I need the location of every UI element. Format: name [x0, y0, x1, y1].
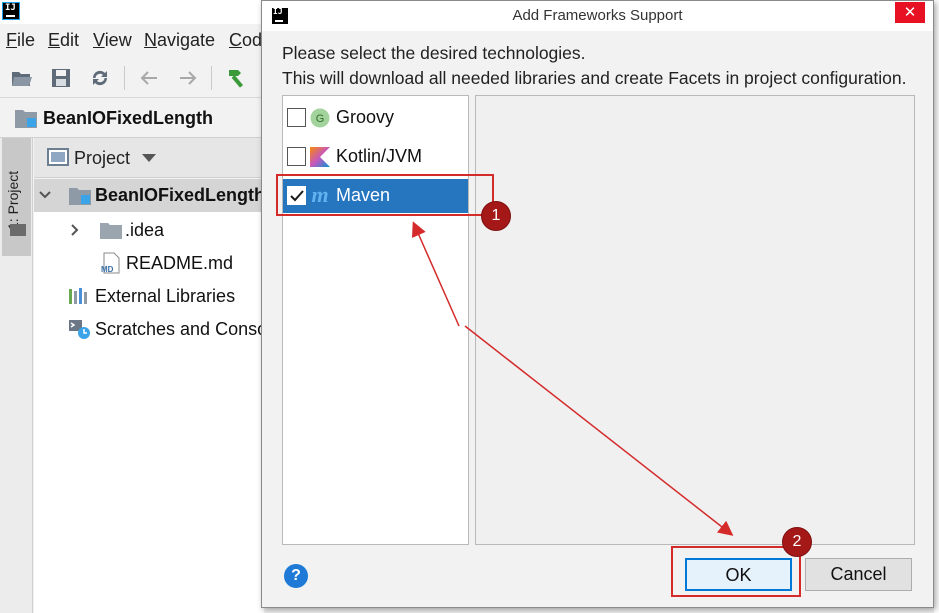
groovy-label: Groovy: [336, 107, 395, 127]
add-frameworks-dialog: IJ Add Frameworks Support ✕ Please selec…: [261, 0, 934, 608]
tree-item-scratches-label: Scratches and Conso: [95, 319, 268, 339]
menu-edit[interactable]: Edit: [48, 30, 79, 51]
help-button[interactable]: ?: [284, 564, 308, 588]
close-button[interactable]: ✕: [895, 2, 925, 23]
cancel-button[interactable]: Cancel: [805, 558, 912, 591]
menu-view[interactable]: View: [93, 30, 132, 51]
groovy-icon: G: [310, 108, 330, 128]
project-view-label[interactable]: Project: [74, 148, 130, 169]
project-view-header: Project: [34, 138, 264, 178]
markdown-file-icon: MD: [101, 252, 120, 274]
tree-item-readme[interactable]: MD README.md: [34, 247, 264, 280]
menu-code[interactable]: Cod: [229, 30, 262, 51]
build-hammer-icon[interactable]: [225, 66, 249, 90]
technology-item-groovy[interactable]: G Groovy: [283, 101, 468, 135]
tree-item-external-libraries-label: External Libraries: [95, 286, 236, 306]
module-folder-icon: [69, 188, 91, 205]
project-tool-tab[interactable]: 1: Project: [2, 138, 31, 256]
tool-window-strip: 1: Project: [0, 138, 33, 613]
kotlin-checkbox[interactable]: [287, 147, 306, 166]
kotlin-icon: [310, 147, 330, 167]
dialog-description-line1: Please select the desired technologies.: [282, 43, 586, 63]
dialog-title: Add Frameworks Support: [512, 7, 683, 24]
menu-file[interactable]: File: [6, 30, 35, 51]
toolbar-separator: [211, 66, 212, 90]
background-window-edge: [934, 0, 939, 613]
folder-icon: [10, 224, 26, 236]
folder-icon: [100, 223, 122, 239]
maven-checkbox[interactable]: [287, 186, 306, 205]
technologies-list: G Groovy Kotlin/JVM m Maven: [282, 95, 469, 545]
technology-item-kotlin[interactable]: Kotlin/JVM: [283, 140, 468, 174]
svg-text:MD: MD: [101, 265, 114, 274]
tree-item-readme-label: README.md: [126, 253, 234, 273]
svg-text:m: m: [311, 186, 328, 206]
project-tool-tab-label: 1: Project: [5, 170, 21, 230]
dialog-title-bar[interactable]: IJ Add Frameworks Support ✕: [262, 1, 933, 31]
chevron-down-icon[interactable]: [38, 188, 52, 202]
libraries-icon: [69, 288, 87, 304]
annotation-badge-2: 2: [782, 527, 812, 557]
project-view-icon: [47, 148, 69, 166]
maven-icon: m: [311, 186, 328, 206]
project-folder-icon: [15, 110, 37, 128]
tree-item-root-label: BeanIOFixedLength: [95, 185, 266, 205]
sync-icon[interactable]: [88, 66, 112, 90]
open-folder-icon[interactable]: [10, 66, 34, 90]
back-arrow-icon[interactable]: [137, 66, 161, 90]
annotation-badge-1: 1: [481, 201, 511, 231]
dialog-description-line2: This will download all needed libraries …: [282, 68, 907, 88]
chevron-right-icon[interactable]: [68, 223, 82, 237]
maven-label: Maven: [336, 185, 391, 205]
scratches-icon: [69, 320, 90, 339]
tree-item-scratches[interactable]: Scratches and Conso: [34, 313, 268, 346]
menu-navigate[interactable]: Navigate: [144, 30, 215, 51]
kotlin-label: Kotlin/JVM: [336, 146, 423, 166]
forward-arrow-icon[interactable]: [176, 66, 200, 90]
groovy-checkbox[interactable]: [287, 108, 306, 127]
tree-item-idea[interactable]: .idea: [34, 214, 264, 247]
tree-item-external-libraries[interactable]: External Libraries: [34, 280, 264, 313]
framework-details-pane: [475, 95, 915, 545]
tree-item-root[interactable]: BeanIOFixedLength: [34, 179, 266, 212]
ok-button[interactable]: OK: [685, 558, 792, 591]
svg-text:G: G: [316, 113, 325, 125]
tree-item-idea-label: .idea: [125, 220, 165, 240]
checkmark-icon: [290, 190, 304, 202]
breadcrumb-project[interactable]: BeanIOFixedLength: [43, 108, 213, 129]
toolbar-separator: [124, 66, 125, 90]
intellij-logo-icon: IJ: [2, 2, 20, 20]
project-tree: BeanIOFixedLength .idea MD README.md Ext…: [34, 179, 268, 613]
chevron-down-icon[interactable]: [142, 154, 156, 162]
technology-item-maven[interactable]: m Maven: [283, 179, 468, 213]
save-icon[interactable]: [49, 66, 73, 90]
